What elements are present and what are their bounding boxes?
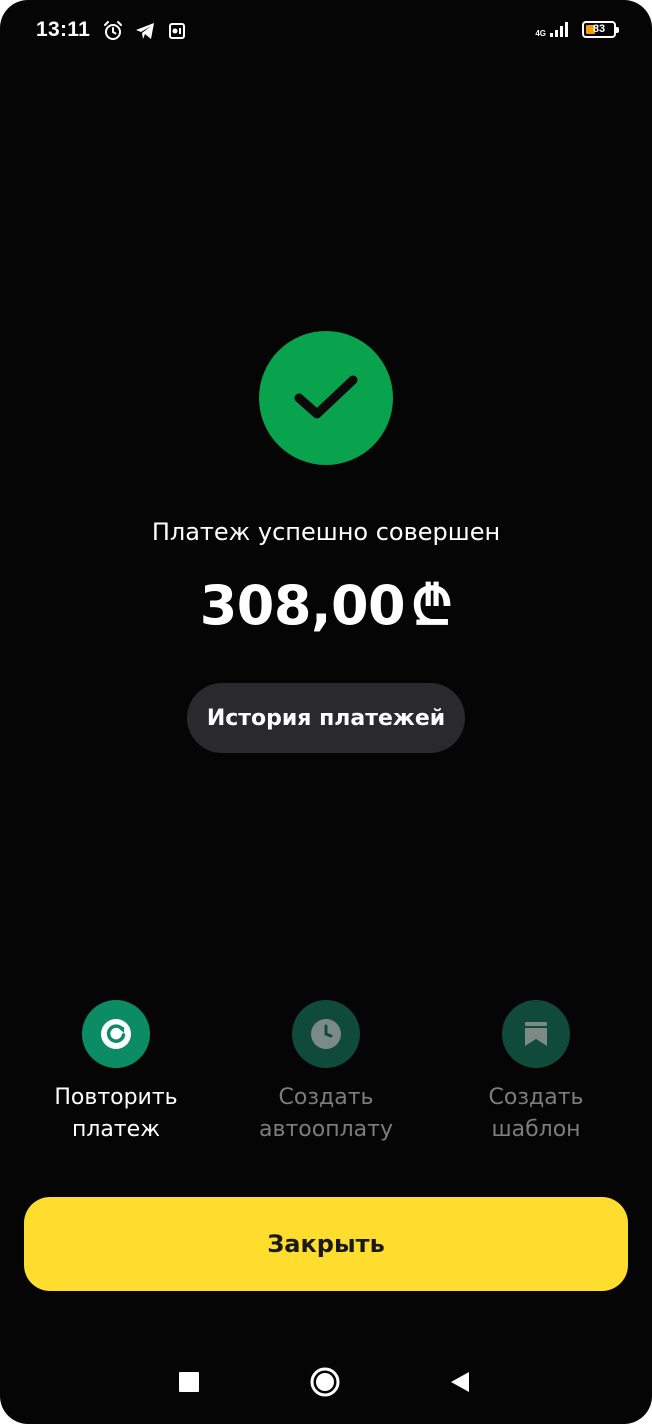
repeat-icon[interactable] [82, 1000, 150, 1068]
status-bar: 13:11 4G 83 [0, 0, 652, 60]
close-button[interactable]: Закрыть [24, 1197, 628, 1291]
battery-icon: 83 [582, 20, 619, 38]
recents-square-icon[interactable] [169, 1362, 209, 1402]
network-type: 4G [535, 29, 546, 38]
back-triangle-icon[interactable] [440, 1362, 480, 1402]
repeat-payment-action[interactable]: Повторить платеж [16, 1000, 216, 1146]
status-time: 13:11 [36, 18, 91, 41]
clock-icon[interactable] [292, 1000, 360, 1068]
create-template-action[interactable]: Создать шаблон [436, 1000, 636, 1146]
currency-symbol: ₾ [411, 574, 453, 637]
success-badge [259, 331, 393, 465]
action-row: Повторить платеж Создать автооплату Созд… [0, 1000, 652, 1150]
create-autopay-action[interactable]: Создать автооплату [226, 1000, 426, 1146]
telegram-icon [134, 20, 156, 42]
home-circle-icon[interactable] [305, 1362, 345, 1402]
repeat-payment-label: Повторить платеж [54, 1085, 178, 1142]
signal-icon: 4G [535, 20, 572, 38]
create-template-label: Создать шаблон [488, 1085, 584, 1142]
status-notification-icons [102, 20, 188, 42]
amount-value: 308,00 [199, 574, 406, 637]
checkmark-icon [294, 375, 358, 419]
alarm-icon [102, 20, 124, 42]
create-autopay-label: Создать автооплату [259, 1085, 393, 1142]
status-system-icons: 4G 83 [535, 20, 619, 38]
payment-success-screen: 13:11 4G 83 Платеж успешно совершен 308,… [0, 0, 652, 1424]
bookmark-icon[interactable] [502, 1000, 570, 1068]
payment-history-button[interactable]: История платежей [187, 683, 465, 753]
notification-icon [166, 20, 188, 42]
payment-amount: 308,00 ₾ [0, 566, 652, 640]
navigation-bar [0, 1350, 652, 1420]
success-message: Платеж успешно совершен [151, 518, 501, 546]
battery-level: 83 [592, 23, 606, 35]
